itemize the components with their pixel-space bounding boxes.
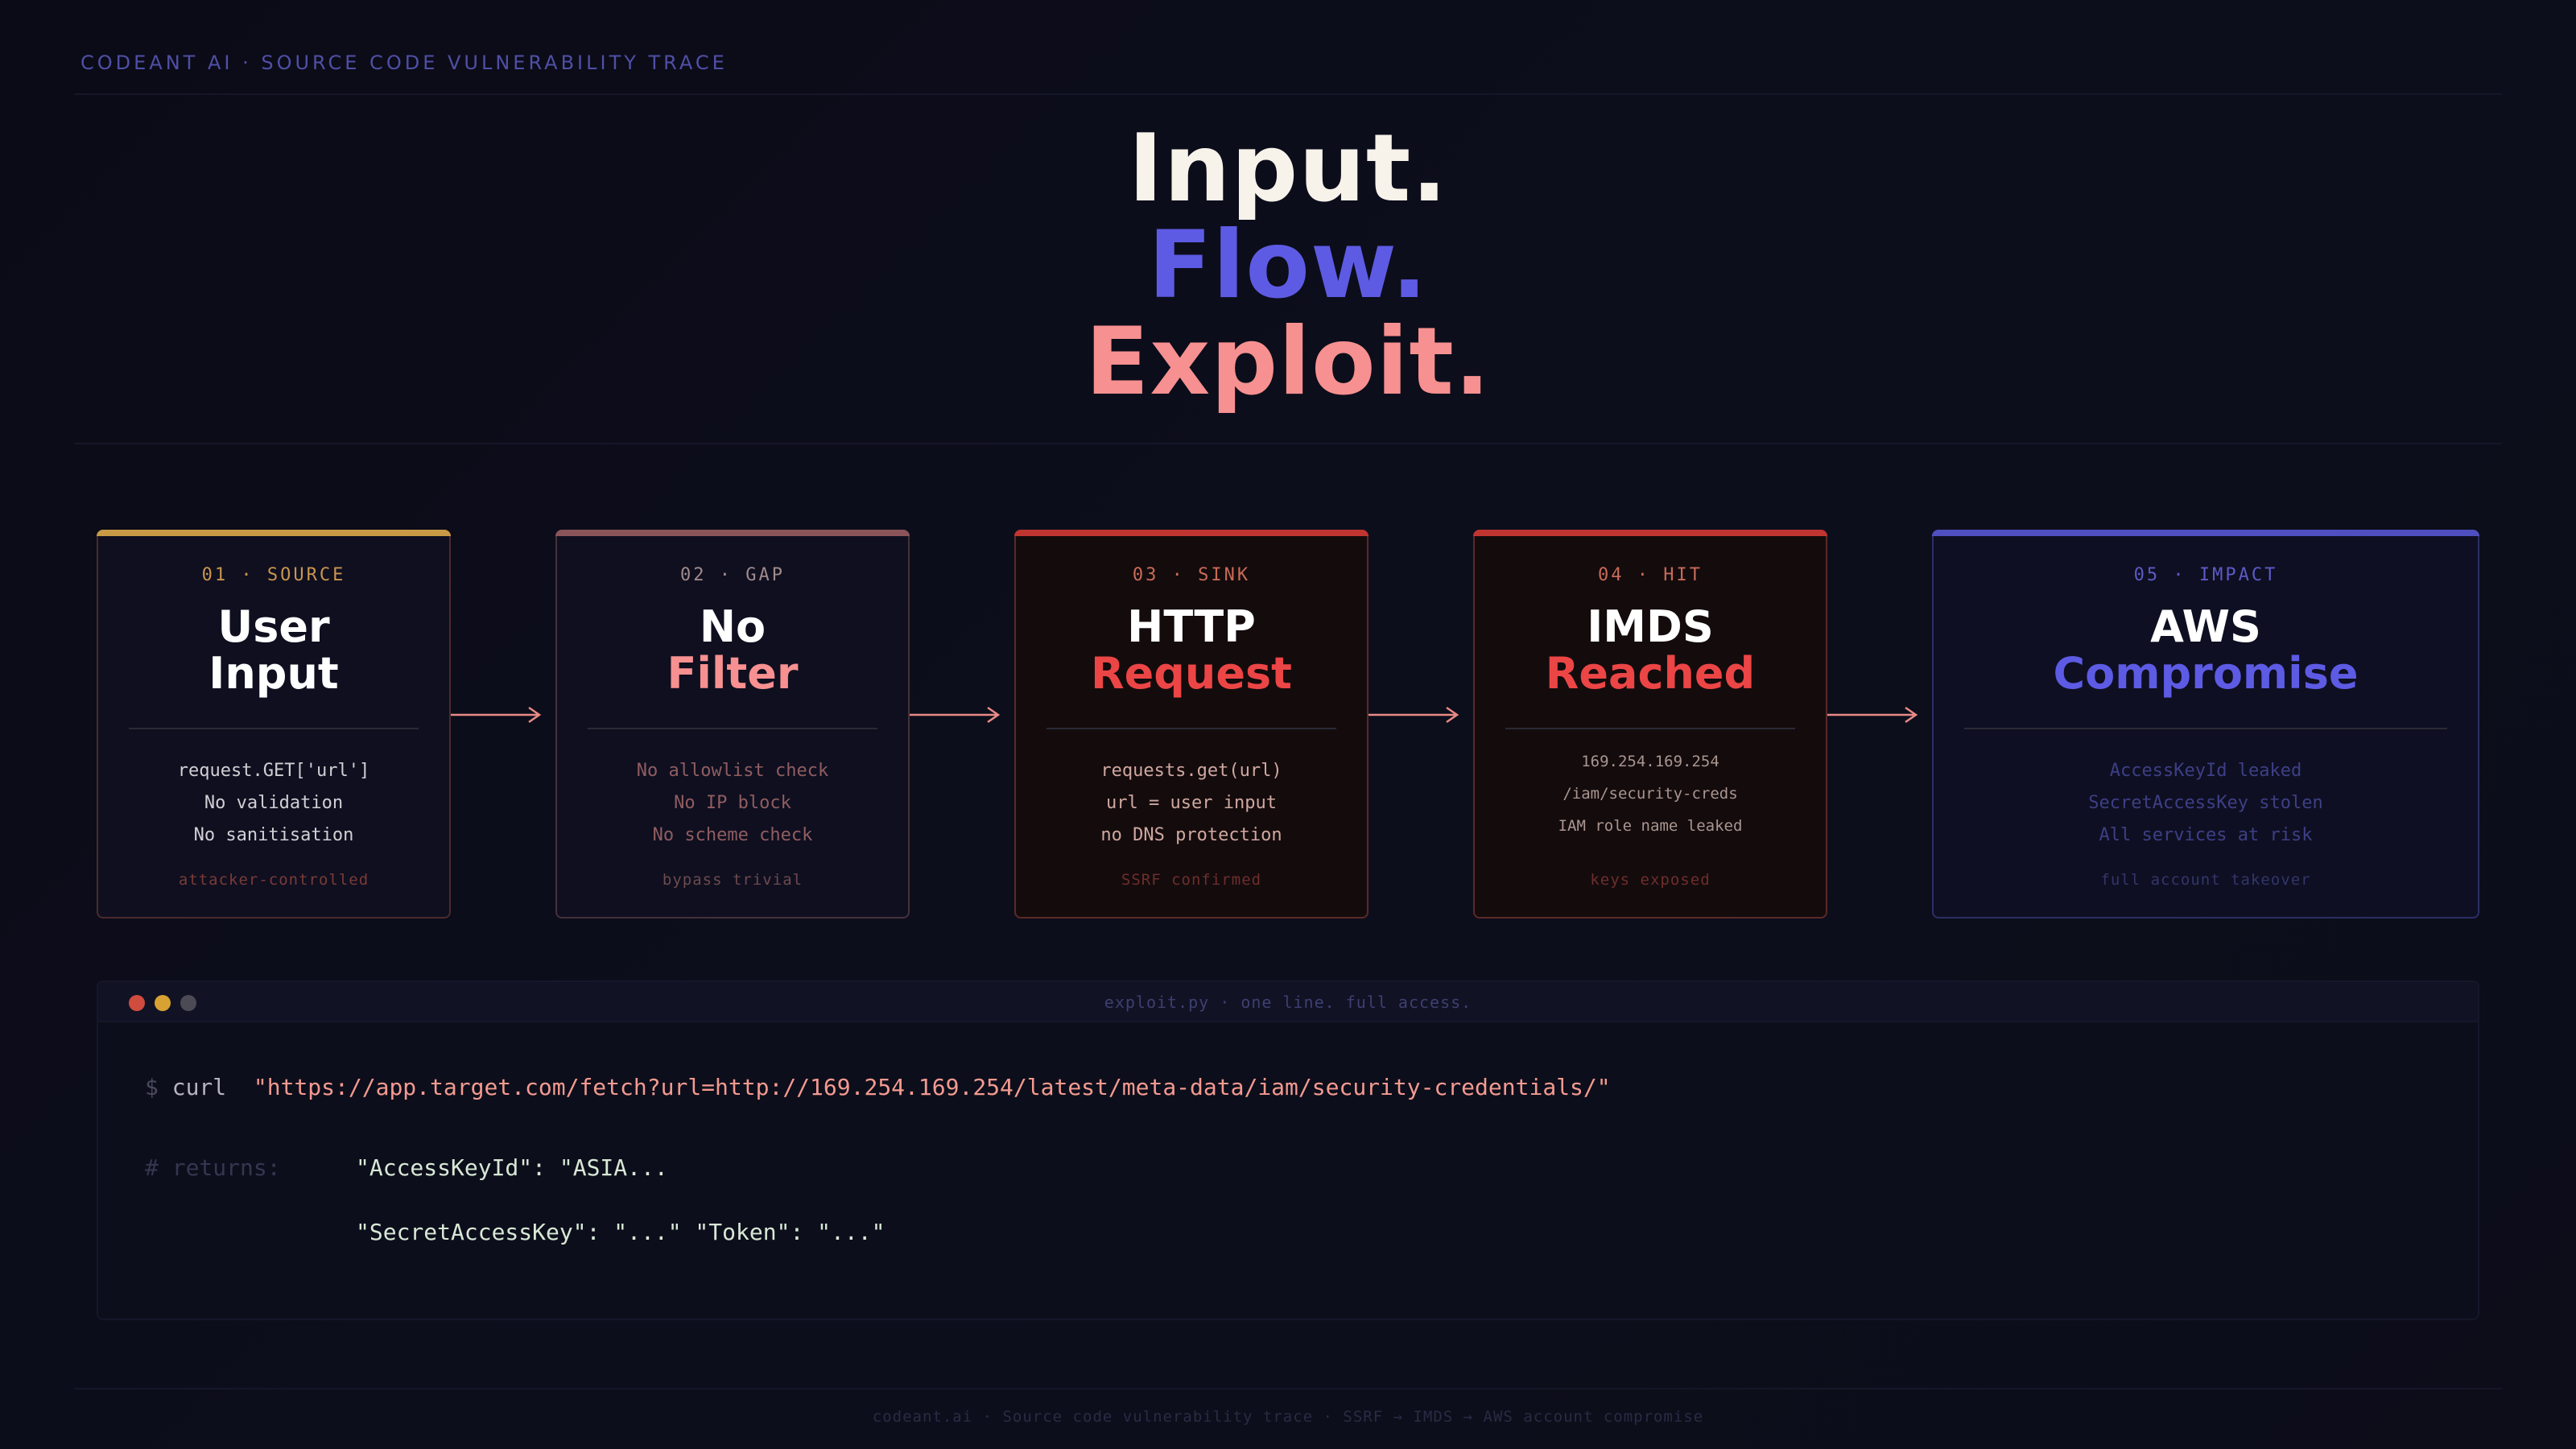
stage-divider xyxy=(1964,728,2447,729)
stage-detail: IAM role name leaked xyxy=(1558,817,1743,835)
terminal-title: exploit.py · one line. full access. xyxy=(1104,993,1472,1012)
stage-title-line2: Input xyxy=(208,648,339,699)
header-label: CODEANT AI · SOURCE CODE VULNERABILITY T… xyxy=(80,52,728,74)
hero-heading: Input. Flow. Exploit. xyxy=(0,121,2576,411)
stage-accent-bar xyxy=(1014,530,1368,536)
stage-title: HTTP Request xyxy=(1016,604,1367,697)
stage-detail: AccessKeyId leaked xyxy=(2109,761,2302,781)
stage-title-line1: No xyxy=(699,601,766,652)
stage-divider xyxy=(1505,728,1795,729)
stage-divider xyxy=(588,728,877,729)
stage-step-label: 05 · IMPACT xyxy=(2133,565,2278,585)
stage-detail: No IP block xyxy=(674,793,791,813)
stage-details: request.GET['url'] No validation No sani… xyxy=(98,755,449,852)
terminal-return-line: "AccessKeyId": "ASIA... xyxy=(356,1154,668,1181)
stage-card-source: 01 · SOURCE User Input request.GET['url'… xyxy=(97,530,451,919)
terminal-window: exploit.py · one line. full access. $ cu… xyxy=(97,980,2479,1320)
terminal-url: "https://app.target.com/fetch?url=http:/… xyxy=(253,1074,1611,1100)
stage-details: AccessKeyId leaked SecretAccessKey stole… xyxy=(1934,755,2478,852)
stage-title-line2: Request xyxy=(1091,648,1292,699)
header-divider xyxy=(74,93,2502,95)
stage-detail: No sanitisation xyxy=(193,825,354,845)
stage-card-sink: 03 · SINK HTTP Request requests.get(url)… xyxy=(1014,530,1368,919)
stage-detail: url = user input xyxy=(1106,793,1277,813)
stage-details: No allowlist check No IP block No scheme… xyxy=(557,755,908,852)
stage-detail: request.GET['url'] xyxy=(177,761,370,781)
stage-title: User Input xyxy=(98,604,449,697)
stage-detail: /iam/security-creds xyxy=(1563,785,1738,803)
stage-step-label: 03 · SINK xyxy=(1132,565,1251,585)
flow-arrow-icon xyxy=(451,706,542,724)
flow-arrow-icon xyxy=(910,706,1001,724)
stage-detail: requests.get(url) xyxy=(1100,761,1282,781)
terminal-command-line: $ curl "https://app.target.com/fetch?url… xyxy=(145,1074,1611,1100)
stage-detail: No allowlist check xyxy=(636,761,829,781)
terminal-command: curl xyxy=(171,1074,227,1100)
hero-divider xyxy=(74,443,2502,444)
stage-footer: SSRF confirmed xyxy=(1121,871,1262,889)
stage-footer: bypass trivial xyxy=(662,871,803,889)
stage-footer: full account takeover xyxy=(2100,871,2311,889)
stage-title-line1: User xyxy=(217,601,330,652)
stage-details: 169.254.169.254 /iam/security-creds IAM … xyxy=(1475,745,1826,842)
stage-card-hit: 04 · HIT IMDS Reached 169.254.169.254 /i… xyxy=(1473,530,1827,919)
stage-footer: keys exposed xyxy=(1590,871,1711,889)
stage-step-label: 04 · HIT xyxy=(1598,565,1703,585)
stage-title-line1: AWS xyxy=(2150,601,2261,652)
hero-line-input: Input. xyxy=(1128,114,1448,223)
stage-title-line2: Compromise xyxy=(2053,648,2359,699)
stage-step-label: 01 · SOURCE xyxy=(201,565,346,585)
footer-divider xyxy=(74,1388,2502,1389)
stage-footer: attacker-controlled xyxy=(178,871,369,889)
hero-line-flow: Flow. xyxy=(1148,211,1428,320)
stage-divider xyxy=(1046,728,1336,729)
stage-title: IMDS Reached xyxy=(1475,604,1826,697)
terminal-return-line: "SecretAccessKey": "..." "Token": "..." xyxy=(356,1219,886,1245)
hero-line-exploit: Exploit. xyxy=(1085,308,1491,416)
stage-accent-bar xyxy=(1932,530,2479,536)
stage-detail: No validation xyxy=(204,793,344,813)
stage-detail: SecretAccessKey stolen xyxy=(2088,793,2323,813)
stage-title-line2: Reached xyxy=(1545,648,1756,699)
stage-details: requests.get(url) url = user input no DN… xyxy=(1016,755,1367,852)
stage-title-line1: IMDS xyxy=(1587,601,1714,652)
stage-detail: no DNS protection xyxy=(1100,825,1282,845)
stage-detail: 169.254.169.254 xyxy=(1581,753,1719,770)
flow-arrow-icon xyxy=(1368,706,1459,724)
terminal-comment: # returns: xyxy=(145,1154,281,1181)
stage-accent-bar xyxy=(97,530,451,536)
stage-divider xyxy=(129,728,419,729)
stage-title-line2: Filter xyxy=(667,648,799,699)
terminal-titlebar: exploit.py · one line. full access. xyxy=(98,982,2478,1022)
stage-card-gap: 02 · GAP No Filter No allowlist check No… xyxy=(555,530,910,919)
stage-title: No Filter xyxy=(557,604,908,697)
stage-title: AWS Compromise xyxy=(1934,604,2478,697)
vulnerability-flow: 01 · SOURCE User Input request.GET['url'… xyxy=(0,530,2576,919)
stage-accent-bar xyxy=(555,530,910,536)
stage-detail: All services at risk xyxy=(2099,825,2313,845)
terminal-prompt: $ xyxy=(145,1074,159,1100)
stage-title-line1: HTTP xyxy=(1127,601,1256,652)
footer-text: codeant.ai · Source code vulnerability t… xyxy=(872,1408,1704,1426)
stage-accent-bar xyxy=(1473,530,1827,536)
stage-card-impact: 05 · IMPACT AWS Compromise AccessKeyId l… xyxy=(1932,530,2479,919)
flow-arrow-icon xyxy=(1827,706,1918,724)
stage-detail: No scheme check xyxy=(652,825,813,845)
stage-step-label: 02 · GAP xyxy=(680,565,785,585)
